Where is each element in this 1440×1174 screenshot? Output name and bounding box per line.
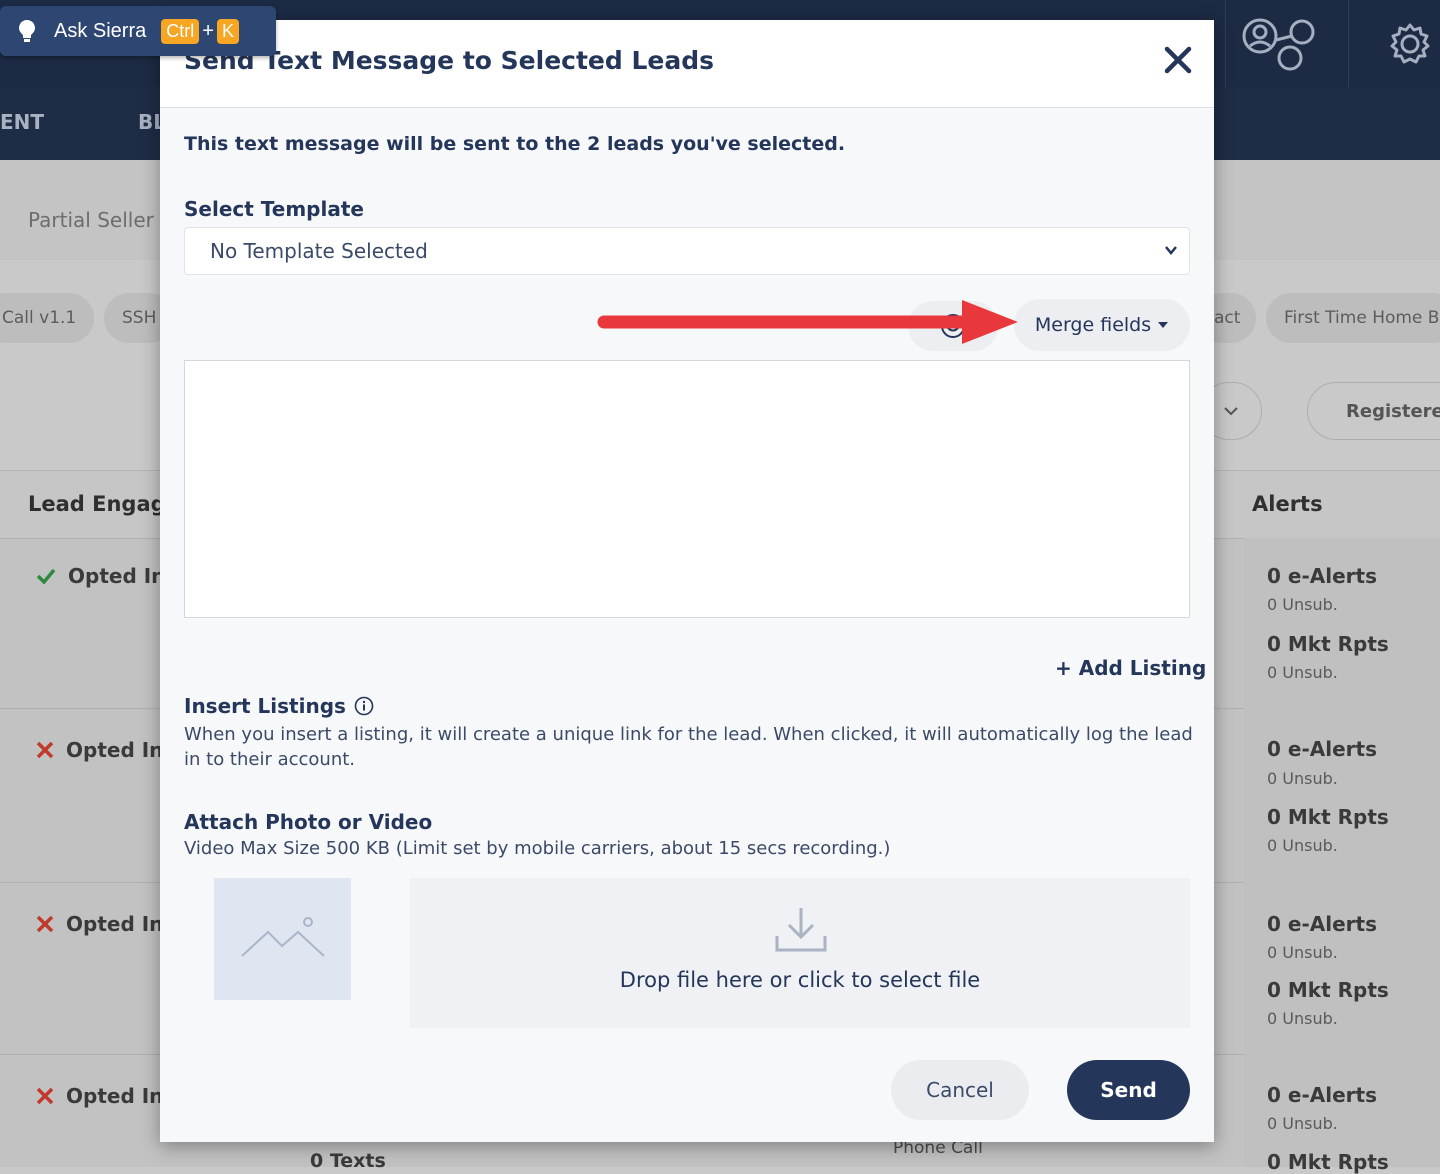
template-select[interactable]: No Template Selected bbox=[184, 227, 1190, 275]
insert-listings-label: Insert Listings bbox=[184, 694, 346, 718]
unsub-count: 0 Unsub. bbox=[1267, 663, 1338, 682]
lead-status: Opted In bbox=[36, 1084, 163, 1108]
nav-item-ent[interactable]: ENT bbox=[0, 110, 44, 134]
send-text-modal: Send Text Message to Selected Leads This… bbox=[160, 20, 1214, 1142]
e-alerts-count[interactable]: 0 e-Alerts bbox=[1267, 564, 1377, 588]
add-listing-link[interactable]: + Add Listing bbox=[1055, 656, 1206, 680]
ask-sierra-button[interactable]: Ask Sierra Ctrl + K bbox=[0, 6, 276, 56]
chevron-down-icon bbox=[1165, 246, 1177, 255]
attach-description: Video Max Size 500 KB (Limit set by mobi… bbox=[184, 838, 891, 859]
x-icon bbox=[36, 741, 54, 759]
x-icon bbox=[36, 1087, 54, 1105]
caret-down-icon bbox=[1158, 322, 1169, 328]
unsub-count: 0 Unsub. bbox=[1267, 1009, 1338, 1028]
tag-chip[interactable]: First Time Home B bbox=[1266, 293, 1440, 343]
check-icon bbox=[36, 568, 56, 584]
merge-fields-button[interactable]: Merge fields bbox=[1014, 299, 1190, 351]
close-icon[interactable] bbox=[1162, 44, 1194, 76]
unsub-count: 0 Unsub. bbox=[1267, 769, 1338, 788]
attach-label: Attach Photo or Video bbox=[184, 810, 433, 834]
template-select-value: No Template Selected bbox=[210, 239, 428, 263]
recipient-summary: This text message will be sent to the 2 … bbox=[184, 133, 846, 155]
download-icon bbox=[775, 908, 827, 952]
mkt-rpts-count[interactable]: 0 Mkt Rpts bbox=[1267, 805, 1389, 829]
lightbulb-icon bbox=[19, 20, 35, 42]
e-alerts-count[interactable]: 0 e-Alerts bbox=[1267, 737, 1377, 761]
x-icon bbox=[36, 915, 54, 933]
mkt-rpts-count[interactable]: 0 Mkt Rpts bbox=[1267, 1150, 1389, 1174]
gear-icon[interactable] bbox=[1370, 8, 1440, 80]
registered-pill[interactable]: Registered bbox=[1307, 382, 1440, 440]
mkt-rpts-count[interactable]: 0 Mkt Rpts bbox=[1267, 632, 1389, 656]
lead-status: Opted In bbox=[36, 912, 163, 936]
lead-status: Opted In bbox=[36, 564, 165, 588]
info-icon[interactable] bbox=[354, 696, 374, 716]
message-textarea[interactable] bbox=[184, 360, 1190, 618]
tag-chip[interactable]: Call v1.1 bbox=[0, 293, 95, 343]
column-lead-engagement[interactable]: Lead Engage bbox=[28, 492, 180, 516]
modal-header: Send Text Message to Selected Leads bbox=[160, 20, 1214, 108]
column-alerts[interactable]: Alerts bbox=[1252, 492, 1323, 516]
unsub-count: 0 Unsub. bbox=[1267, 595, 1338, 614]
texts-count: 0 Texts bbox=[310, 1150, 386, 1172]
image-placeholder-icon bbox=[214, 878, 351, 1000]
k-key: K bbox=[216, 18, 239, 44]
insert-listings-heading: Insert Listings bbox=[184, 694, 374, 718]
team-icon[interactable] bbox=[1238, 8, 1318, 80]
annotation-arrow bbox=[597, 300, 1018, 344]
unsub-count: 0 Unsub. bbox=[1267, 836, 1338, 855]
ask-sierra-label: Ask Sierra bbox=[54, 19, 147, 42]
cancel-button[interactable]: Cancel bbox=[891, 1060, 1029, 1120]
merge-fields-label: Merge fields bbox=[1034, 314, 1152, 336]
lead-status: Opted In bbox=[36, 738, 163, 762]
e-alerts-count[interactable]: 0 e-Alerts bbox=[1267, 1083, 1377, 1107]
file-dropzone[interactable] bbox=[410, 878, 1190, 1028]
unsub-count: 0 Unsub. bbox=[1267, 1114, 1338, 1133]
ctrl-key: Ctrl bbox=[161, 18, 200, 44]
plus-sign: + bbox=[202, 19, 214, 42]
select-template-label: Select Template bbox=[184, 197, 364, 221]
send-button[interactable]: Send bbox=[1067, 1060, 1190, 1120]
e-alerts-count[interactable]: 0 e-Alerts bbox=[1267, 912, 1377, 936]
unsub-count: 0 Unsub. bbox=[1267, 943, 1338, 962]
mkt-rpts-count[interactable]: 0 Mkt Rpts bbox=[1267, 978, 1389, 1002]
dropzone-label: Drop file here or click to select file bbox=[619, 968, 981, 992]
chevron-down-icon bbox=[1224, 407, 1238, 416]
partial-seller-label: Partial Seller bbox=[28, 208, 154, 232]
insert-listings-description: When you insert a listing, it will creat… bbox=[184, 724, 1193, 770]
